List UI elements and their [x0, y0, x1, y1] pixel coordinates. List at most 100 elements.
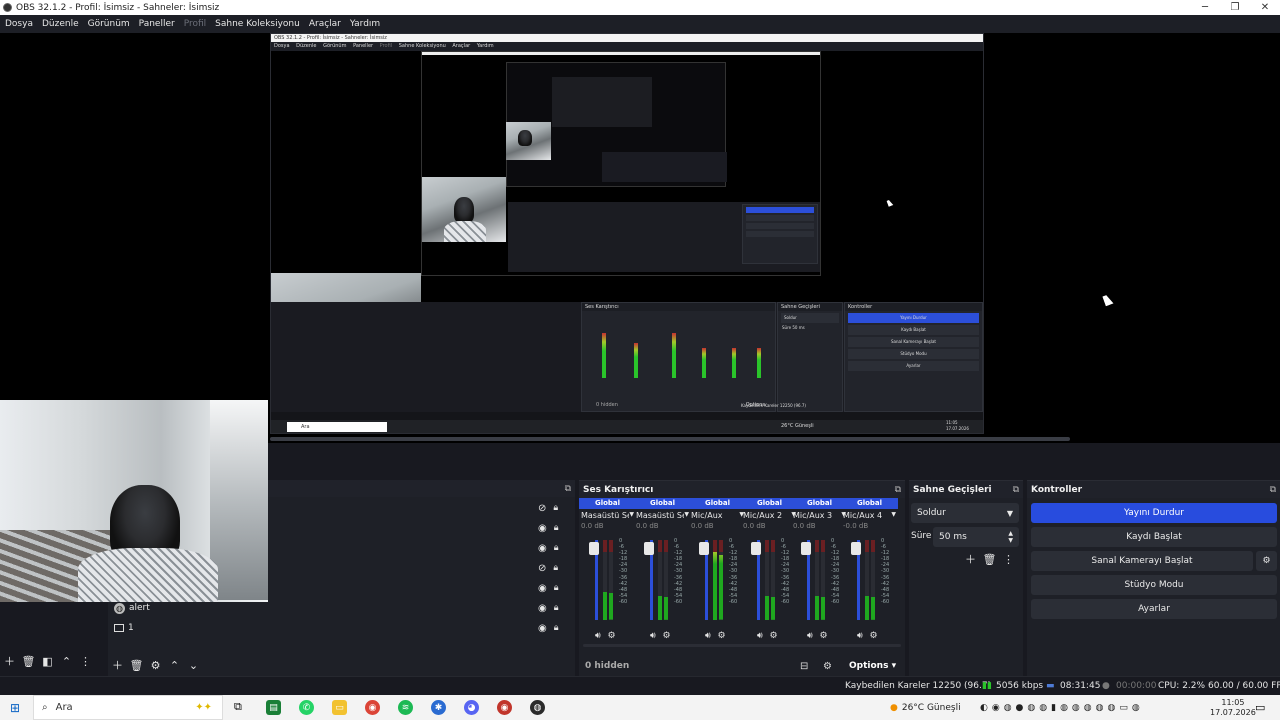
windows-start-icon[interactable]: ⊞	[10, 701, 20, 715]
delete-scene-icon[interactable]: 🗑︎	[19, 655, 38, 668]
channel-settings-icon[interactable]: ⚙︎	[718, 631, 726, 641]
visibility-hidden-icon[interactable]: ⊘	[538, 503, 546, 514]
channel-name[interactable]: Mic/Aux 4 ▼	[841, 509, 898, 522]
lock-icon[interactable]: 🔒︎	[554, 583, 559, 593]
channel-settings-icon[interactable]: ⚙︎	[663, 631, 671, 641]
source-item[interactable]: 1	[114, 618, 134, 638]
menu-help[interactable]: Yardım	[350, 19, 380, 29]
channel-settings-icon[interactable]: ⚙︎	[770, 631, 778, 641]
lock-icon[interactable]: 🔒︎	[554, 603, 559, 613]
minimize-icon[interactable]: ─	[1190, 2, 1220, 13]
whatsapp-icon[interactable]: ✆	[299, 700, 314, 715]
chrome-icon[interactable]: ◉	[365, 700, 380, 715]
visibility-icon[interactable]: ◉	[538, 603, 547, 614]
scale-tick: -48	[781, 586, 790, 593]
app-icon-1[interactable]: ▤	[266, 700, 281, 715]
undock-icon[interactable]: ⧉	[1270, 485, 1276, 495]
volume-fader-handle[interactable]	[699, 542, 709, 556]
speaker-icon[interactable]: 🔊︎	[595, 631, 601, 641]
task-view-icon[interactable]: ⧉	[234, 700, 242, 714]
channel-settings-icon[interactable]: ⚙︎	[608, 631, 616, 641]
menu-profile[interactable]: Profil	[184, 19, 206, 29]
undock-icon[interactable]: ⧉	[895, 485, 901, 495]
system-tray-icons[interactable]: ◐◉◍●◍◍▮◍◍◍◍◍▭◍	[980, 695, 1144, 720]
channel-settings-icon[interactable]: ⚙︎	[870, 631, 878, 641]
add-scene-icon[interactable]: ＋	[0, 653, 19, 669]
speaker-icon[interactable]: 🔊︎	[807, 631, 813, 641]
lock-icon[interactable]: 🔒︎	[553, 503, 558, 513]
layout-icon[interactable]: ⊟	[800, 661, 808, 672]
lock-icon[interactable]: 🔒︎	[554, 543, 559, 553]
add-transition-icon[interactable]: ＋	[961, 551, 980, 567]
channel-name[interactable]: Masaüstü Ses▼	[579, 509, 636, 522]
close-icon[interactable]: ✕	[1250, 2, 1280, 13]
speaker-icon[interactable]: 🔊︎	[705, 631, 711, 641]
move-up-icon[interactable]: ⌃	[165, 659, 184, 672]
start-virtual-camera-button[interactable]: Sanal Kamerayı Başlat	[1031, 551, 1253, 571]
weather[interactable]: 26°C Güneşli	[902, 703, 961, 713]
visibility-icon[interactable]: ◉	[538, 523, 547, 534]
lock-icon[interactable]: 🔒︎	[554, 623, 559, 633]
volume-fader-handle[interactable]	[751, 542, 761, 556]
duration-spinbox[interactable]: 50 ms ▲ ▼	[933, 527, 1019, 547]
more-options-icon[interactable]: ⋮	[76, 655, 95, 668]
volume-fader-handle[interactable]	[851, 542, 861, 556]
clock-date[interactable]: 17.07.2026	[1210, 708, 1256, 718]
app-icon-2[interactable]: ✱	[431, 700, 446, 715]
start-recording-button[interactable]: Kaydı Başlat	[1031, 527, 1277, 547]
volume-fader-handle[interactable]	[801, 542, 811, 556]
volume-fader-handle[interactable]	[589, 542, 599, 556]
spotify-icon[interactable]: ≋	[398, 700, 413, 715]
visibility-hidden-icon[interactable]: ⊘	[538, 563, 546, 574]
more-options-icon[interactable]: ⋮	[999, 553, 1018, 566]
transition-select[interactable]: Soldur ▼	[911, 503, 1019, 523]
studio-mode-button[interactable]: Stüdyo Modu	[1031, 575, 1277, 595]
discord-icon[interactable]: ◕	[464, 700, 479, 715]
channel-name[interactable]: Masaüstü Ses 2▼	[634, 509, 691, 522]
undock-icon[interactable]: ⧉	[565, 484, 571, 494]
menu-tools[interactable]: Araçlar	[309, 19, 341, 29]
visibility-icon[interactable]: ◉	[538, 543, 547, 554]
delete-source-icon[interactable]: 🗑︎	[127, 659, 146, 672]
menu-view[interactable]: Görünüm	[88, 19, 130, 29]
volume-fader-handle[interactable]	[644, 542, 654, 556]
speaker-icon[interactable]: 🔊︎	[650, 631, 656, 641]
clock-time[interactable]: 11:05	[1221, 698, 1244, 708]
speaker-icon[interactable]: 🔊︎	[757, 631, 763, 641]
move-up-icon[interactable]: ⌃	[57, 655, 76, 668]
lock-icon[interactable]: 🔒︎	[553, 563, 558, 573]
file-explorer-icon[interactable]: ▭	[332, 700, 347, 715]
program-preview[interactable]: OBS 32.1.2 - Profil: İsimsiz - Sahneler:…	[0, 33, 1280, 443]
taskbar-search[interactable]: ⌕ Ara ✦✦	[33, 695, 223, 720]
obs-icon[interactable]: ◍	[530, 700, 545, 715]
channel-name[interactable]: Mic/Aux 3 ▼	[791, 509, 848, 522]
menu-docks[interactable]: Paneller	[139, 19, 175, 29]
add-source-icon[interactable]: ＋	[108, 657, 127, 673]
source-properties-icon[interactable]: ⚙︎	[146, 659, 165, 672]
channel-name[interactable]: Mic/Aux 2 ▼	[741, 509, 798, 522]
delete-transition-icon[interactable]: 🗑︎	[980, 553, 999, 566]
hidden-count[interactable]: 0 hidden	[585, 661, 629, 671]
menu-scene-collection[interactable]: Sahne Koleksiyonu	[215, 19, 300, 29]
menu-file[interactable]: Dosya	[5, 19, 33, 29]
notifications-icon[interactable]: ▭	[1255, 701, 1265, 714]
options-button[interactable]: Options ▾	[849, 661, 896, 671]
undock-icon[interactable]: ⧉	[1013, 485, 1019, 495]
scene-filter-icon[interactable]: ◧	[38, 655, 57, 668]
settings-button[interactable]: Ayarlar	[1031, 599, 1277, 619]
visibility-icon[interactable]: ◉	[538, 623, 547, 634]
restore-icon[interactable]: ❐	[1220, 2, 1250, 13]
mixer-scrollbar[interactable]	[583, 644, 901, 647]
chrome-alt-icon[interactable]: ◉	[497, 700, 512, 715]
lock-icon[interactable]: 🔒︎	[554, 523, 559, 533]
virtual-camera-settings-icon[interactable]: ⚙︎	[1256, 551, 1277, 571]
stop-streaming-button[interactable]: Yayını Durdur	[1031, 503, 1277, 523]
mixer-settings-icon[interactable]: ⚙︎	[823, 661, 832, 672]
speaker-icon[interactable]: 🔊︎	[857, 631, 863, 641]
visibility-icon[interactable]: ◉	[538, 583, 547, 594]
move-down-icon[interactable]: ⌄	[184, 659, 203, 672]
spin-arrows-icon[interactable]: ▲ ▼	[1008, 530, 1013, 544]
channel-settings-icon[interactable]: ⚙︎	[820, 631, 828, 641]
menu-edit[interactable]: Düzenle	[42, 19, 79, 29]
channel-name[interactable]: Mic/Aux ▼	[689, 509, 746, 522]
